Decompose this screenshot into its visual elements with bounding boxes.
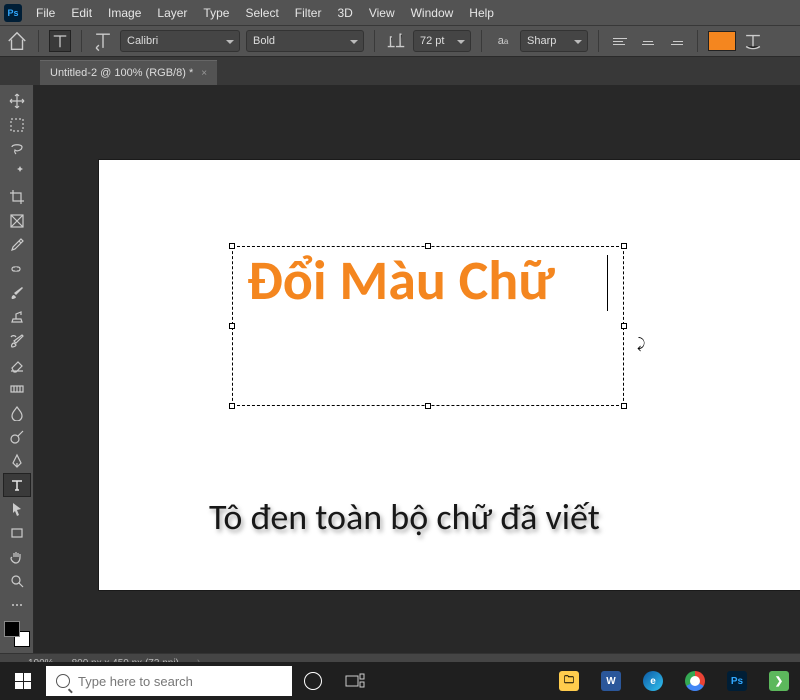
foreground-background-colors[interactable] bbox=[4, 621, 30, 647]
text-bounding-box[interactable]: Đổi Màu Chữ ⤸ bbox=[232, 246, 624, 406]
taskbar-search[interactable]: Type here to search bbox=[46, 666, 292, 696]
separator bbox=[697, 30, 698, 52]
type-tool[interactable] bbox=[3, 473, 31, 497]
close-tab-icon[interactable]: × bbox=[201, 68, 207, 79]
windows-logo-icon bbox=[15, 673, 31, 689]
menu-help[interactable]: Help bbox=[461, 2, 502, 24]
document-tab[interactable]: Untitled-2 @ 100% (RGB/8) * × bbox=[40, 60, 217, 85]
eyedropper-tool[interactable] bbox=[3, 233, 31, 257]
healing-tool[interactable] bbox=[3, 257, 31, 281]
handle-bottom-middle[interactable] bbox=[425, 403, 431, 409]
menu-type[interactable]: Type bbox=[195, 2, 237, 24]
task-view-icon[interactable] bbox=[334, 662, 376, 700]
text-orientation-icon[interactable] bbox=[92, 30, 114, 52]
edit-toolbar-button[interactable] bbox=[3, 593, 31, 617]
menu-window[interactable]: Window bbox=[403, 2, 462, 24]
search-placeholder: Type here to search bbox=[78, 674, 193, 689]
document-canvas[interactable]: Đổi Màu Chữ ⤸ Tô đen toàn bộ chữ đã viết bbox=[99, 160, 800, 590]
menu-file[interactable]: File bbox=[28, 2, 63, 24]
tools-panel bbox=[0, 85, 34, 664]
font-family-dropdown[interactable]: Calibri bbox=[120, 30, 240, 52]
align-left-button[interactable] bbox=[609, 30, 631, 52]
menu-view[interactable]: View bbox=[361, 2, 403, 24]
separator bbox=[598, 30, 599, 52]
pen-tool[interactable] bbox=[3, 449, 31, 473]
windows-taskbar: Type here to search 🗀 W e Ps ❯ bbox=[0, 662, 800, 700]
separator bbox=[81, 30, 82, 52]
crop-tool[interactable] bbox=[3, 185, 31, 209]
handle-middle-right[interactable] bbox=[621, 323, 627, 329]
menu-layer[interactable]: Layer bbox=[149, 2, 195, 24]
align-center-button[interactable] bbox=[637, 30, 659, 52]
handle-bottom-left[interactable] bbox=[229, 403, 235, 409]
hand-tool[interactable] bbox=[3, 545, 31, 569]
editable-text-orange[interactable]: Đổi Màu Chữ bbox=[247, 247, 555, 315]
clone-stamp-tool[interactable] bbox=[3, 305, 31, 329]
search-icon bbox=[56, 674, 70, 688]
separator bbox=[481, 30, 482, 52]
handle-top-right[interactable] bbox=[621, 243, 627, 249]
edge-icon[interactable]: e bbox=[632, 662, 674, 700]
dodge-tool[interactable] bbox=[3, 425, 31, 449]
menu-filter[interactable]: Filter bbox=[287, 2, 330, 24]
menu-image[interactable]: Image bbox=[100, 2, 149, 24]
options-bar: Calibri Bold 72 pt aa Sharp bbox=[0, 25, 800, 57]
cortana-icon[interactable] bbox=[304, 672, 322, 690]
magic-wand-tool[interactable] bbox=[3, 161, 31, 185]
brush-tool[interactable] bbox=[3, 281, 31, 305]
move-tool[interactable] bbox=[3, 89, 31, 113]
gradient-tool[interactable] bbox=[3, 377, 31, 401]
eraser-tool[interactable] bbox=[3, 353, 31, 377]
camtasia-icon[interactable]: ❯ bbox=[758, 662, 800, 700]
chrome-icon[interactable] bbox=[674, 662, 716, 700]
marquee-tool[interactable] bbox=[3, 113, 31, 137]
zoom-tool[interactable] bbox=[3, 569, 31, 593]
font-weight-dropdown[interactable]: Bold bbox=[246, 30, 364, 52]
document-tab-bar: Untitled-2 @ 100% (RGB/8) * × bbox=[0, 57, 800, 85]
warp-text-icon[interactable] bbox=[742, 30, 764, 52]
file-explorer-icon[interactable]: 🗀 bbox=[548, 662, 590, 700]
menu-select[interactable]: Select bbox=[237, 2, 286, 24]
antialias-label-icon: aa bbox=[492, 30, 514, 52]
menu-bar: Ps File Edit Image Layer Type Select Fil… bbox=[0, 0, 800, 25]
separator bbox=[374, 30, 375, 52]
app-icon: Ps bbox=[4, 4, 22, 22]
handle-bottom-right[interactable] bbox=[621, 403, 627, 409]
start-button[interactable] bbox=[0, 662, 46, 700]
separator bbox=[38, 30, 39, 52]
word-icon[interactable]: W bbox=[590, 662, 632, 700]
type-tool-preset-icon[interactable] bbox=[49, 30, 71, 52]
photoshop-taskbar-icon[interactable]: Ps bbox=[716, 662, 758, 700]
text-caret bbox=[607, 255, 608, 311]
blur-tool[interactable] bbox=[3, 401, 31, 425]
align-right-button[interactable] bbox=[665, 30, 687, 52]
font-size-icon bbox=[385, 30, 407, 52]
path-selection-tool[interactable] bbox=[3, 497, 31, 521]
handle-top-left[interactable] bbox=[229, 243, 235, 249]
frame-tool[interactable] bbox=[3, 209, 31, 233]
handle-middle-left[interactable] bbox=[229, 323, 235, 329]
home-icon[interactable] bbox=[6, 30, 28, 52]
document-tab-label: Untitled-2 @ 100% (RGB/8) * bbox=[50, 67, 193, 79]
lasso-tool[interactable] bbox=[3, 137, 31, 161]
font-size-dropdown[interactable]: 72 pt bbox=[413, 30, 471, 52]
caption-text: Tô đen toàn bộ chữ đã viết bbox=[209, 495, 600, 539]
text-color-swatch[interactable] bbox=[708, 31, 736, 51]
menu-edit[interactable]: Edit bbox=[63, 2, 100, 24]
menu-3d[interactable]: 3D bbox=[329, 2, 360, 24]
rotate-cursor-icon: ⤸ bbox=[637, 335, 645, 352]
canvas-area[interactable]: Đổi Màu Chữ ⤸ Tô đen toàn bộ chữ đã viết bbox=[34, 85, 800, 664]
antialias-dropdown[interactable]: Sharp bbox=[520, 30, 588, 52]
rectangle-tool[interactable] bbox=[3, 521, 31, 545]
foreground-color-swatch[interactable] bbox=[4, 621, 20, 637]
history-brush-tool[interactable] bbox=[3, 329, 31, 353]
